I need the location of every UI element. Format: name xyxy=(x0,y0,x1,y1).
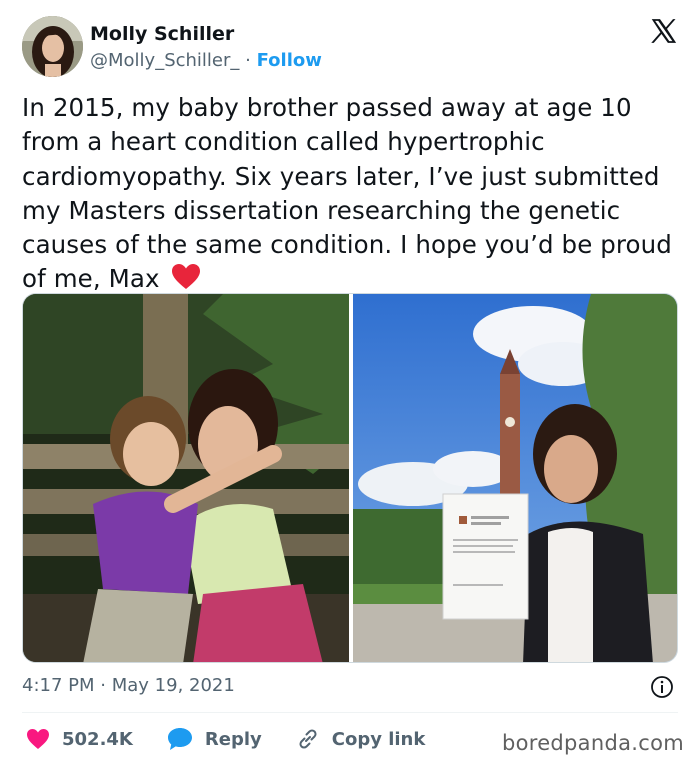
tweet-timestamp[interactable]: 4:17 PM · May 19, 2021 xyxy=(22,675,235,696)
info-icon[interactable] xyxy=(650,675,674,699)
tweet-header: Molly Schiller @Molly_Schiller_ · Follow xyxy=(22,16,682,78)
x-logo-icon[interactable] xyxy=(648,16,678,46)
author-name[interactable]: Molly Schiller xyxy=(90,23,234,45)
like-button[interactable]: 502.4K xyxy=(26,728,133,750)
watermark: boredpanda.com xyxy=(501,731,684,755)
red-heart-emoji-icon xyxy=(172,264,201,290)
link-icon xyxy=(299,729,317,749)
copy-link-label: Copy link xyxy=(331,728,426,750)
follow-button[interactable]: Follow xyxy=(257,50,322,71)
photo-graduation[interactable] xyxy=(353,294,677,662)
heart-icon xyxy=(27,729,49,749)
tweet-text: In 2015, my baby brother passed away at … xyxy=(22,91,682,297)
timestamp-separator: · xyxy=(100,675,106,696)
action-bar: 502.4K Reply Copy link xyxy=(26,725,459,753)
divider xyxy=(22,712,678,713)
tweet-date: May 19, 2021 xyxy=(111,675,235,696)
avatar[interactable] xyxy=(22,16,83,77)
tweet-time: 4:17 PM xyxy=(22,675,95,696)
speech-bubble-icon xyxy=(167,728,192,750)
tweet-body: In 2015, my baby brother passed away at … xyxy=(22,93,672,294)
handle-separator: · xyxy=(245,50,251,71)
reply-label: Reply xyxy=(204,728,262,750)
author-handle[interactable]: @Molly_Schiller_ xyxy=(90,50,239,71)
reply-button[interactable]: Reply xyxy=(167,727,262,751)
tweet-media[interactable] xyxy=(22,293,678,663)
author-handle-row: @Molly_Schiller_ · Follow xyxy=(90,50,322,71)
copy-link-button[interactable]: Copy link xyxy=(296,727,426,751)
like-count: 502.4K xyxy=(62,728,133,750)
photo-siblings[interactable] xyxy=(23,294,349,662)
